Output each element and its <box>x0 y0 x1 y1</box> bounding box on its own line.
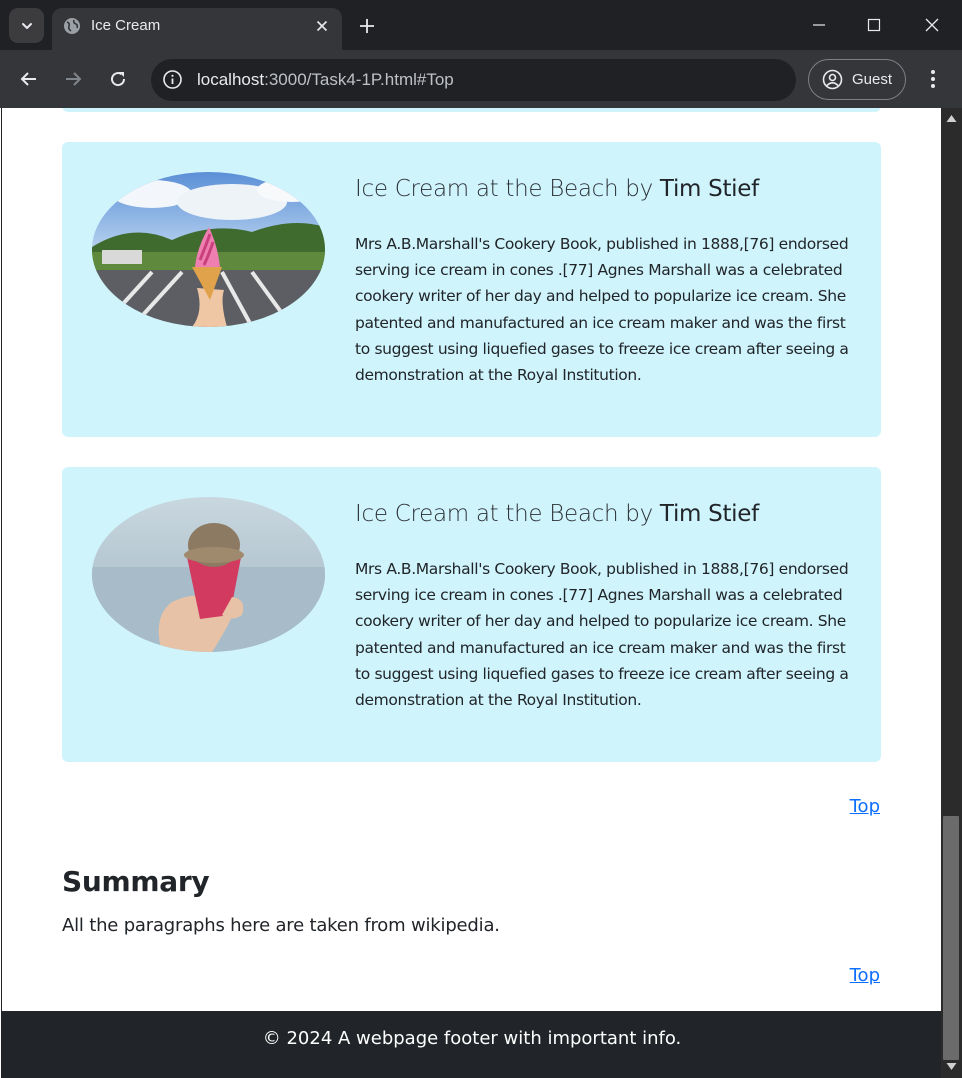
ice-cream-cone-photo <box>92 172 325 327</box>
arrow-left-icon <box>20 72 36 86</box>
browser-toolbar: localhost:3000/Task4-1P.html#Top Guest <box>0 50 962 108</box>
close-icon <box>316 20 328 32</box>
new-tab-button[interactable] <box>354 13 380 39</box>
globe-icon <box>64 18 80 34</box>
card-title-prefix: Ice Cream at the Beach by <box>355 176 660 202</box>
minimize-button[interactable] <box>803 9 835 41</box>
card-title: Ice Cream at the Beach by Tim Stief <box>355 501 759 527</box>
scrollbar-thumb[interactable] <box>943 816 959 1060</box>
top-link[interactable]: Top <box>850 796 880 817</box>
url-text: localhost:3000/Task4-1P.html#Top <box>197 70 454 90</box>
card-author: Tim Stief <box>659 501 759 527</box>
url-host: localhost <box>197 70 265 89</box>
tab-search-button[interactable] <box>9 8 44 43</box>
tab-close-button[interactable] <box>312 16 332 36</box>
account-icon <box>822 69 843 90</box>
top-link[interactable]: Top <box>850 965 880 986</box>
profile-label: Guest <box>852 71 893 88</box>
page-viewport: Ice Cream at the Beach by Tim Stief Mrs … <box>1 108 941 1078</box>
card-text: Mrs A.B.Marshall's Cookery Book, publish… <box>355 235 849 385</box>
ice-cream-cone-photo <box>92 497 325 652</box>
close-icon <box>925 18 939 32</box>
maximize-button[interactable] <box>858 9 890 41</box>
summary-text: All the paragraphs here are taken from w… <box>62 915 500 936</box>
card-author: Tim Stief <box>659 176 759 202</box>
active-tab[interactable]: Ice Cream <box>52 8 342 50</box>
address-bar[interactable]: localhost:3000/Task4-1P.html#Top <box>151 59 796 101</box>
more-vertical-icon <box>931 70 935 88</box>
tab-title: Ice Cream <box>91 17 161 34</box>
ice-cream-card: Ice Cream at the Beach by Tim Stief Mrs … <box>62 467 881 762</box>
ice-cream-card: Ice Cream at the Beach by Tim Stief Mrs … <box>62 142 881 437</box>
plus-icon <box>360 19 374 33</box>
chevron-down-icon <box>21 22 32 29</box>
page-footer: © 2024 A webpage footer with important i… <box>2 1011 941 1078</box>
back-button[interactable] <box>14 64 44 94</box>
url-path: :3000/Task4-1P.html#Top <box>264 70 454 89</box>
footer-text: © 2024 A webpage footer with important i… <box>262 1028 682 1049</box>
browser-tab-strip: Ice Cream <box>0 0 962 50</box>
summary-heading: Summary <box>62 865 210 898</box>
reload-icon <box>111 72 126 87</box>
card-text: Mrs A.B.Marshall's Cookery Book, publish… <box>355 560 849 710</box>
reload-button[interactable] <box>103 64 133 94</box>
maximize-icon <box>867 18 881 32</box>
minimize-icon <box>813 24 825 26</box>
scroll-down-arrow-icon[interactable] <box>946 1062 957 1071</box>
card-title: Ice Cream at the Beach by Tim Stief <box>355 176 759 202</box>
vertical-scrollbar[interactable] <box>941 108 962 1078</box>
info-icon[interactable] <box>162 69 183 90</box>
card-title-prefix: Ice Cream at the Beach by <box>355 501 660 527</box>
scroll-up-arrow-icon[interactable] <box>946 114 957 123</box>
previous-card-edge <box>62 108 881 112</box>
profile-button[interactable]: Guest <box>808 59 906 100</box>
window-close-button[interactable] <box>916 9 948 41</box>
arrow-right-icon <box>66 72 82 86</box>
forward-button[interactable] <box>58 64 88 94</box>
browser-menu-button[interactable] <box>918 64 948 94</box>
